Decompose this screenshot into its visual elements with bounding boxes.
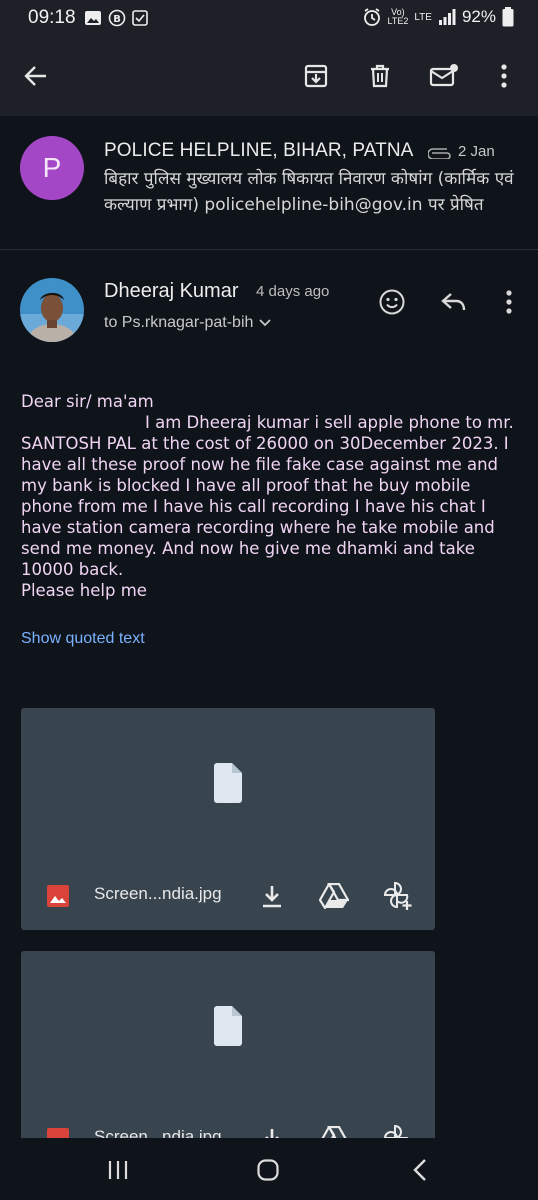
greeting: Dear sir/ ma'am xyxy=(21,392,154,411)
recipient-label: to Ps.rknagar-pat-bih xyxy=(104,314,254,331)
previous-message-row[interactable]: P POLICE HELPLINE, BIHAR, PATNA 2 Jan बि… xyxy=(0,116,538,250)
recents-icon xyxy=(108,1161,128,1179)
photos-add-icon xyxy=(383,881,412,910)
back-icon xyxy=(413,1159,426,1181)
message-header: Dheeraj Kumar 4 days ago to Ps.rknagar-p… xyxy=(0,250,538,360)
attachment-footer: Screen...ndia.jpg xyxy=(21,876,435,916)
volte-indicator: Vo) LTE2 xyxy=(387,7,409,26)
status-time: 09:18 xyxy=(28,7,76,28)
document-icon xyxy=(214,1006,242,1046)
chevron-down-icon xyxy=(259,319,272,327)
home-button[interactable] xyxy=(248,1156,288,1184)
battery-icon xyxy=(502,7,514,27)
arrow-left-icon xyxy=(24,66,46,86)
toolbar xyxy=(0,36,538,116)
battery-percent: 92% xyxy=(461,7,496,26)
message-snippet: बिहार पुलिस मुख्यालय लोक षिकायत निवारण क… xyxy=(104,169,514,215)
attachment-filename: Screen...ndia.jpg xyxy=(94,884,222,903)
recipient-details-toggle[interactable]: to Ps.rknagar-pat-bih xyxy=(104,314,272,332)
attachment-card[interactable]: Screen...ndia.jpg xyxy=(21,708,435,930)
status-right: Vo) LTE2 LTE 92% xyxy=(362,7,514,27)
system-nav-bar xyxy=(0,1138,538,1200)
paperclip-icon xyxy=(428,148,451,159)
add-to-photos-button[interactable] xyxy=(382,880,414,912)
network-label: LTE xyxy=(414,11,432,23)
image-icon xyxy=(85,11,101,25)
archive-icon xyxy=(304,64,328,88)
home-icon xyxy=(257,1159,279,1181)
sender-name: Dheeraj Kumar xyxy=(104,280,239,302)
message-body: Dear sir/ ma'am I am Dheeraj kumar i sel… xyxy=(21,391,521,601)
reply-icon xyxy=(441,293,466,311)
message-more-button[interactable] xyxy=(493,286,525,318)
status-bar: 09:18 B Vo) LTE2 LTE 92% xyxy=(0,0,538,36)
image-file-icon xyxy=(47,885,69,907)
add-to-drive-button[interactable] xyxy=(318,880,350,912)
message-time: 4 days ago xyxy=(256,283,330,300)
profile-photo xyxy=(20,278,84,342)
delete-button[interactable] xyxy=(362,58,398,94)
b-icon: B xyxy=(108,9,126,27)
more-vert-icon xyxy=(506,290,512,314)
back-button[interactable] xyxy=(18,58,54,94)
signal-icon xyxy=(438,9,456,25)
download-icon xyxy=(263,886,281,908)
show-quoted-text-link[interactable]: Show quoted text xyxy=(21,630,145,648)
more-options-button[interactable] xyxy=(486,58,522,94)
svg-text:B: B xyxy=(113,14,121,25)
nav-back-button[interactable] xyxy=(400,1156,440,1184)
archive-button[interactable] xyxy=(298,58,334,94)
recents-button[interactable] xyxy=(98,1156,138,1184)
alarm-icon xyxy=(363,8,380,26)
closing: Please help me xyxy=(21,581,147,600)
checklist-icon xyxy=(132,10,148,26)
avatar[interactable] xyxy=(20,278,84,342)
mark-unread-icon xyxy=(429,64,458,87)
mark-unread-button[interactable] xyxy=(426,58,462,94)
body-paragraph: I am Dheeraj kumar i sell apple phone to… xyxy=(21,413,520,579)
smiley-icon xyxy=(379,289,405,315)
download-button[interactable] xyxy=(256,880,288,912)
document-icon xyxy=(214,763,242,803)
reply-button[interactable] xyxy=(438,286,470,318)
trash-icon xyxy=(371,64,389,88)
react-emoji-button[interactable] xyxy=(376,286,408,318)
more-vert-icon xyxy=(501,64,507,88)
avatar: P xyxy=(20,136,84,200)
sender-name: POLICE HELPLINE, BIHAR, PATNA xyxy=(104,140,414,161)
drive-icon xyxy=(319,883,349,909)
message-date: 2 Jan xyxy=(458,143,495,160)
